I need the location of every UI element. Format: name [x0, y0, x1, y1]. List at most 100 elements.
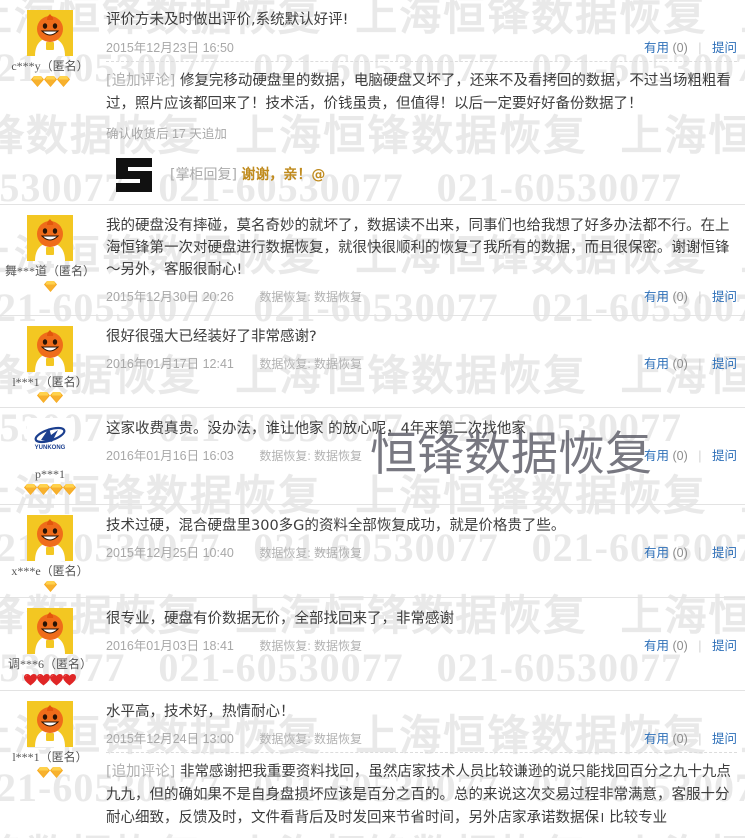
useful-button[interactable]: 有用	[644, 357, 669, 371]
orange-character-icon	[27, 608, 73, 654]
ask-button[interactable]: 提问	[712, 449, 737, 463]
ask-button[interactable]: 提问	[712, 357, 737, 371]
avatar	[27, 215, 73, 261]
review-actions: 有用 (0) | 提问	[644, 729, 737, 749]
review-body: 我的硬盘没有摔碰，莫名奇妙的就坏了，数据读不出来，同事们也给我想了好多办法都不行…	[106, 215, 745, 307]
review-text: 技术过硬，混合硬盘里300多G的资料全部恢复成功，就是价格贵了些。	[106, 518, 566, 534]
reviewer-info: YUNKONG p***1	[0, 418, 100, 501]
review-date: 2016年01月03日 18:41	[106, 639, 234, 653]
rating-diamond-icon	[56, 76, 70, 93]
review-body: 水平高，技术好，热情耐心！ 2015年12月24日 13:00 数据恢复: 数据…	[106, 701, 745, 830]
review-meta: 2015年12月25日 10:40 数据恢复: 数据恢复 有用 (0) | 提问	[106, 543, 737, 563]
diamond-icon	[50, 392, 63, 403]
action-separator: |	[698, 357, 702, 371]
review-item: YUNKONG p***1 这家收费真贵。没办法，谁让他家 的放心呢，4年来第二…	[0, 408, 745, 505]
useful-button[interactable]: 有用	[644, 732, 669, 746]
reviewer-info: 舞***道（匿名）	[0, 215, 100, 298]
append-comment: [追加评论] 修复完移动硬盘里的数据，电脑硬盘又坏了，还来不及看拷回的数据，不过…	[106, 61, 737, 142]
review-date: 2015年12月25日 10:40	[106, 546, 234, 560]
rating-stars	[0, 767, 100, 784]
useful-button[interactable]: 有用	[644, 449, 669, 463]
review-date: 2016年01月16日 16:03	[106, 449, 234, 463]
shop-logo	[112, 152, 156, 196]
useful-button[interactable]: 有用	[644, 639, 669, 653]
rating-stars	[0, 484, 100, 501]
rating-diamond-icon	[63, 484, 76, 501]
review-meta: 2015年12月24日 13:00 数据恢复: 数据恢复 有用 (0) | 提问	[106, 729, 737, 749]
review-text: 评价方未及时做出评价,系统默认好评!	[106, 12, 349, 28]
avatar	[27, 515, 73, 561]
rating-diamond-icon	[43, 76, 57, 93]
action-separator: |	[698, 290, 702, 304]
review-sku: 数据恢复: 数据恢复	[259, 732, 363, 746]
reviewer-info: x***e（匿名）	[0, 515, 100, 598]
review-meta: 2016年01月17日 12:41 数据恢复: 数据恢复 有用 (0) | 提问	[106, 354, 737, 374]
diamond-icon	[37, 767, 50, 778]
action-separator: |	[698, 546, 702, 560]
append-note: 确认收货后 17 天追加	[106, 127, 227, 141]
orange-character-icon	[27, 701, 73, 747]
diamond-icon	[30, 76, 44, 87]
reviewer-name: 舞***道（匿名）	[4, 264, 95, 278]
reviewer-name: p***1	[35, 467, 65, 481]
orange-character-icon	[27, 515, 73, 561]
action-separator: |	[698, 639, 702, 653]
review-sku: 数据恢复: 数据恢复	[259, 449, 363, 463]
review-actions: 有用 (0) | 提问	[644, 354, 737, 374]
reviewer-name: 调***6（匿名）	[7, 657, 92, 671]
review-text: 很专业，硬盘有价数据无价，全部找回来了，非常感谢	[106, 611, 454, 627]
heart-icon	[50, 674, 63, 686]
review-date: 2015年12月23日 16:50	[106, 41, 234, 55]
review-text: 很好很强大已经装好了非常感谢?	[106, 329, 317, 345]
review-item: l***1（匿名） 很好很强大已经装好了非常感谢? 2016年01月17日 12…	[0, 316, 745, 408]
orange-character-icon	[27, 10, 73, 56]
review-actions: 有用 (0) | 提问	[644, 446, 737, 466]
rating-diamond-icon	[37, 767, 50, 784]
ask-button[interactable]: 提问	[712, 290, 737, 304]
ask-button[interactable]: 提问	[712, 546, 737, 560]
review-item: x***e（匿名） 技术过硬，混合硬盘里300多G的资料全部恢复成功，就是价格贵…	[0, 505, 745, 598]
reviewer-info: 调***6（匿名）	[0, 608, 100, 692]
useful-count: (0)	[672, 639, 688, 653]
useful-button[interactable]: 有用	[644, 546, 669, 560]
reviewer-name: c***y（匿名）	[11, 59, 89, 73]
review-body: 评价方未及时做出评价,系统默认好评! 2015年12月23日 16:50 有用 …	[106, 10, 745, 196]
rating-diamond-icon	[50, 484, 63, 501]
diamond-icon	[37, 392, 50, 403]
diamond-icon	[50, 767, 63, 778]
diamond-icon	[50, 484, 63, 495]
orange-character-icon	[27, 215, 73, 261]
useful-button[interactable]: 有用	[644, 41, 669, 55]
avatar	[27, 10, 73, 56]
ask-button[interactable]: 提问	[712, 639, 737, 653]
useful-count: (0)	[672, 290, 688, 304]
diamond-icon	[24, 484, 37, 495]
append-text-wrap: [追加评论] 非常感谢把我重要资料找回，虽然店家技术人员比较谦逊的说只能找回百分…	[106, 761, 737, 830]
yunkong-logo-icon: YUNKONG	[27, 418, 73, 464]
heart-icon	[63, 674, 76, 686]
diamond-icon	[43, 281, 57, 292]
review-item: l***1（匿名） 水平高，技术好，热情耐心！ 2015年12月24日 13:0…	[0, 691, 745, 838]
avatar	[27, 326, 73, 372]
review-text: 这家收费真贵。没办法，谁让他家 的放心呢，4年来第二次找他家	[106, 421, 526, 437]
ask-button[interactable]: 提问	[712, 41, 737, 55]
svg-text:YUNKONG: YUNKONG	[35, 445, 66, 451]
shop-reply: [掌柜回复] 谢谢，亲！@	[112, 152, 737, 196]
diamond-icon	[56, 76, 70, 87]
review-meta: 2015年12月23日 16:50 有用 (0) | 提问	[106, 38, 737, 58]
review-sku: 数据恢复: 数据恢复	[259, 290, 363, 304]
useful-button[interactable]: 有用	[644, 290, 669, 304]
review-date: 2015年12月24日 13:00	[106, 732, 234, 746]
diamond-icon	[37, 484, 50, 495]
rating-diamond-icon	[30, 76, 44, 93]
ask-button[interactable]: 提问	[712, 732, 737, 746]
review-item: c***y（匿名） 评价方未及时做出评价,系统默认好评! 2015年12月23日…	[0, 0, 745, 205]
review-body: 很好很强大已经装好了非常感谢? 2016年01月17日 12:41 数据恢复: …	[106, 326, 745, 374]
shop-reply-tag: [掌柜回复]	[170, 167, 237, 183]
heart-icon	[37, 674, 50, 686]
rating-heart-icon	[37, 674, 50, 692]
shop-reply-text: 谢谢，亲！@	[241, 167, 326, 183]
append-tag: [追加评论]	[106, 73, 176, 89]
review-actions: 有用 (0) | 提问	[644, 543, 737, 563]
avatar	[27, 608, 73, 654]
